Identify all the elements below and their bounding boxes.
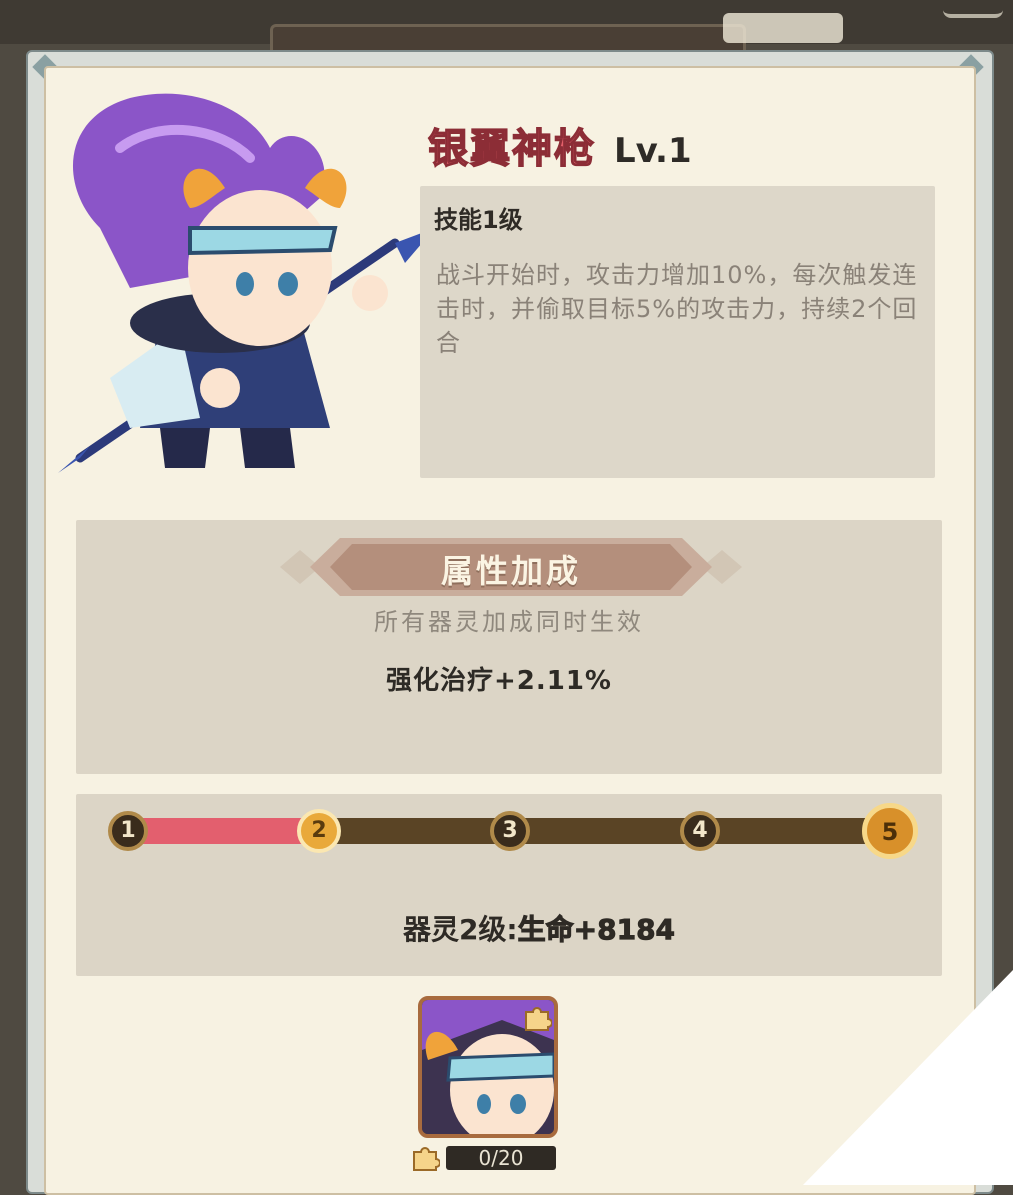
level-value: 生命+8184 — [517, 913, 676, 947]
skill-description: 战斗开始时，攻击力增加10%，每次触发连击时，并偷取目标5%的攻击力，持续2个回… — [436, 261, 918, 357]
corner-overlay — [803, 970, 1013, 1185]
puzzle-icon — [525, 1007, 552, 1031]
hero-level: Lv.1 — [614, 131, 692, 171]
level-node-2[interactable]: 2 — [297, 809, 341, 853]
panel-tab — [270, 13, 843, 51]
level-track-fill — [128, 818, 318, 844]
skill-panel: 技能1级 战斗开始时，攻击力增加10%，每次触发连击时，并偷取目标5%的攻击力，… — [420, 186, 935, 478]
shard-count: 0/20 — [446, 1146, 556, 1170]
level-node-5[interactable]: 5 — [862, 803, 918, 859]
level-label: 器灵2级: — [402, 913, 518, 946]
level-node-1[interactable]: 1 — [108, 811, 148, 851]
hero-name: 银翼神枪 — [427, 125, 596, 173]
attribute-subtitle: 所有器灵加成同时生效 — [374, 608, 644, 636]
top-bar — [0, 0, 1013, 51]
face — [183, 168, 347, 346]
skill-title: 技能1级 — [434, 206, 523, 234]
level-node-4[interactable]: 4 — [680, 811, 720, 851]
title-banner — [723, 13, 843, 43]
attribute-bonus: 强化治疗+2.11% — [386, 666, 612, 696]
close-icon[interactable] — [943, 0, 1003, 18]
shard-puzzle-icon — [413, 1147, 440, 1171]
attribute-header: 属性加成 — [440, 552, 581, 590]
level-description: 器灵2级:生命+8184 — [106, 908, 972, 948]
hero-name-row: 银翼神枪 Lv.1 — [427, 116, 692, 176]
hero-portrait — [58, 93, 420, 473]
level-node-3[interactable]: 3 — [490, 811, 530, 851]
